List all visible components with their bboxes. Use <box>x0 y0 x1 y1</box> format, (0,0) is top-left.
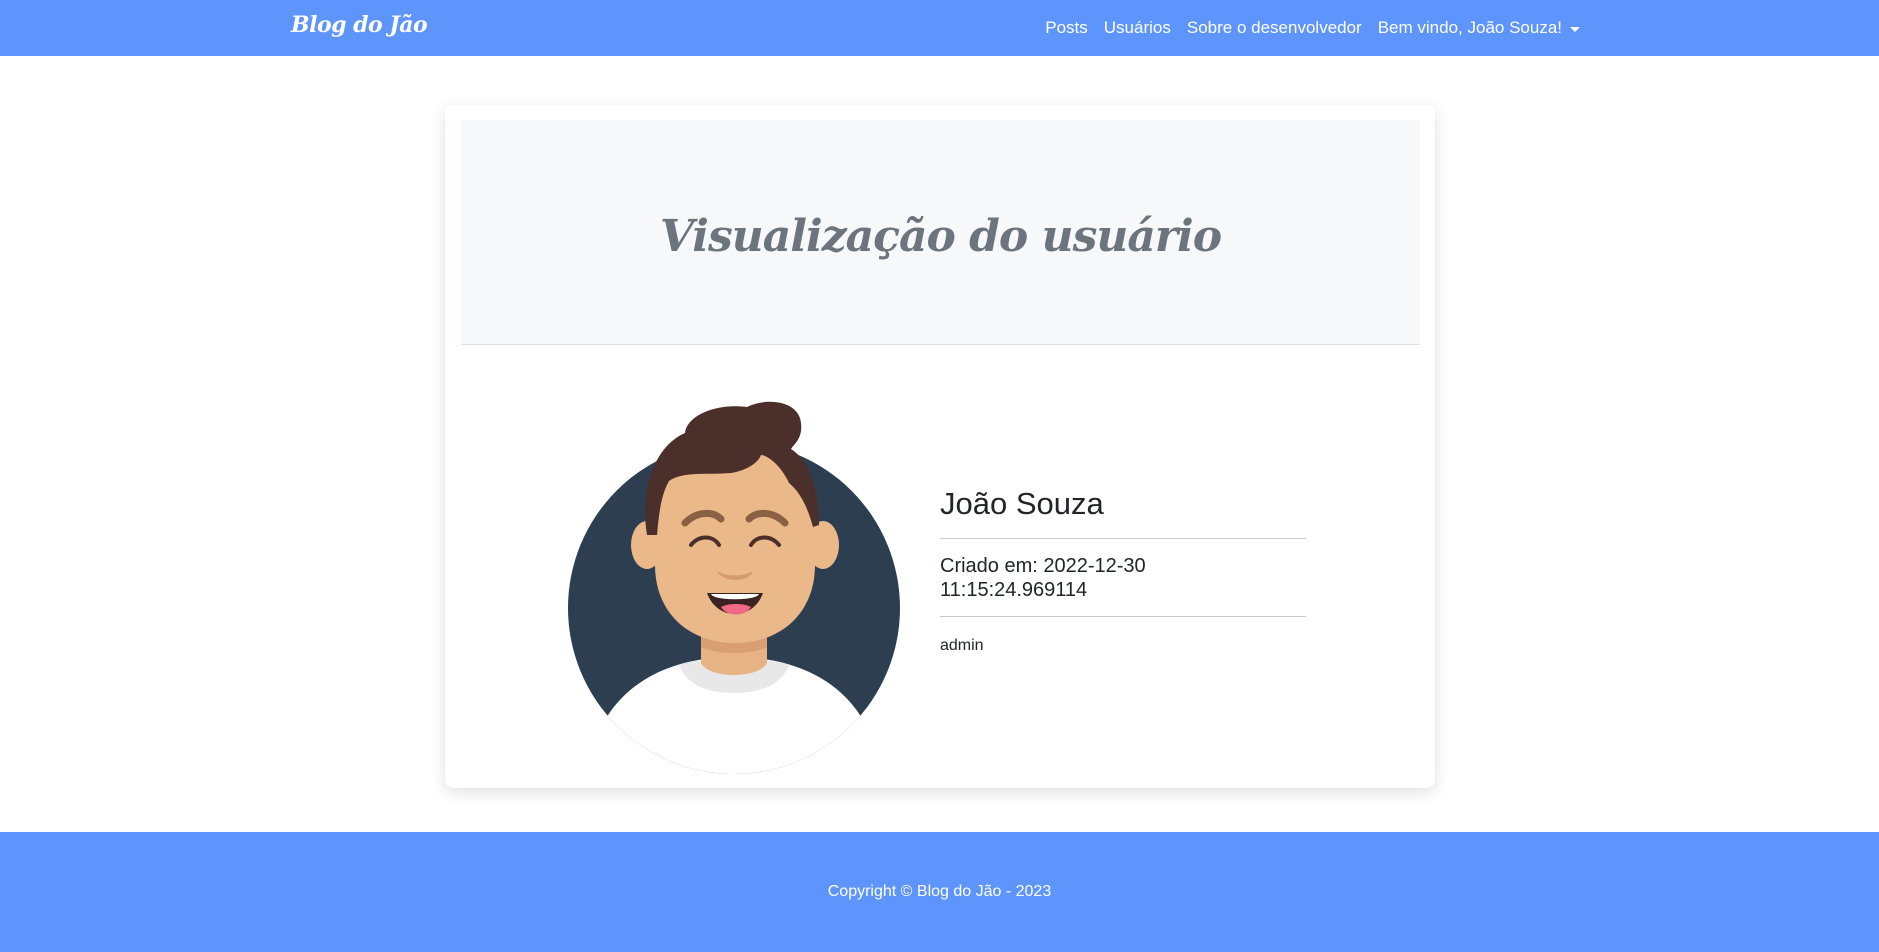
user-avatar-icon <box>567 395 902 775</box>
user-name: João Souza <box>940 486 1104 521</box>
user-menu-dropdown[interactable]: Bem vindo, João Souza! <box>1378 18 1580 38</box>
page-title: Visualização do usuário <box>659 210 1222 262</box>
divider <box>940 616 1306 618</box>
footer-copyright: Copyright © Blog do Jão - 2023 <box>827 883 1052 900</box>
divider <box>940 538 1306 540</box>
chevron-down-icon <box>1570 26 1580 32</box>
user-menu-label: Bem vindo, João Souza! <box>1377 18 1562 37</box>
created-at-date: Criado em: 2022-12-30 <box>940 555 1146 578</box>
user-info: João Souza Criado em: 2022-12-30 11:15:2… <box>940 485 1306 655</box>
user-role: admin <box>940 637 984 655</box>
navbar: Blog do Jão Posts Usuários Sobre o desen… <box>0 0 1879 56</box>
nav-link-users[interactable]: Usuários <box>1104 18 1171 38</box>
created-at-time: 11:15:24.969114 <box>940 579 1088 602</box>
card-header: Visualização do usuário <box>461 120 1420 345</box>
nav-link-posts[interactable]: Posts <box>1045 18 1088 38</box>
nav-links: Posts Usuários Sobre o desenvolvedor Bem… <box>1029 0 1580 56</box>
user-card: Visualização do usuário João Souza Criad… <box>445 105 1435 788</box>
nav-link-about-developer[interactable]: Sobre o desenvolvedor <box>1187 18 1362 38</box>
brand-logo[interactable]: Blog do Jão <box>291 12 428 38</box>
created-at: Criado em: 2022-12-30 11:15:24.969114 <box>940 554 1306 602</box>
footer: Copyright © Blog do Jão - 2023 <box>0 832 1879 952</box>
